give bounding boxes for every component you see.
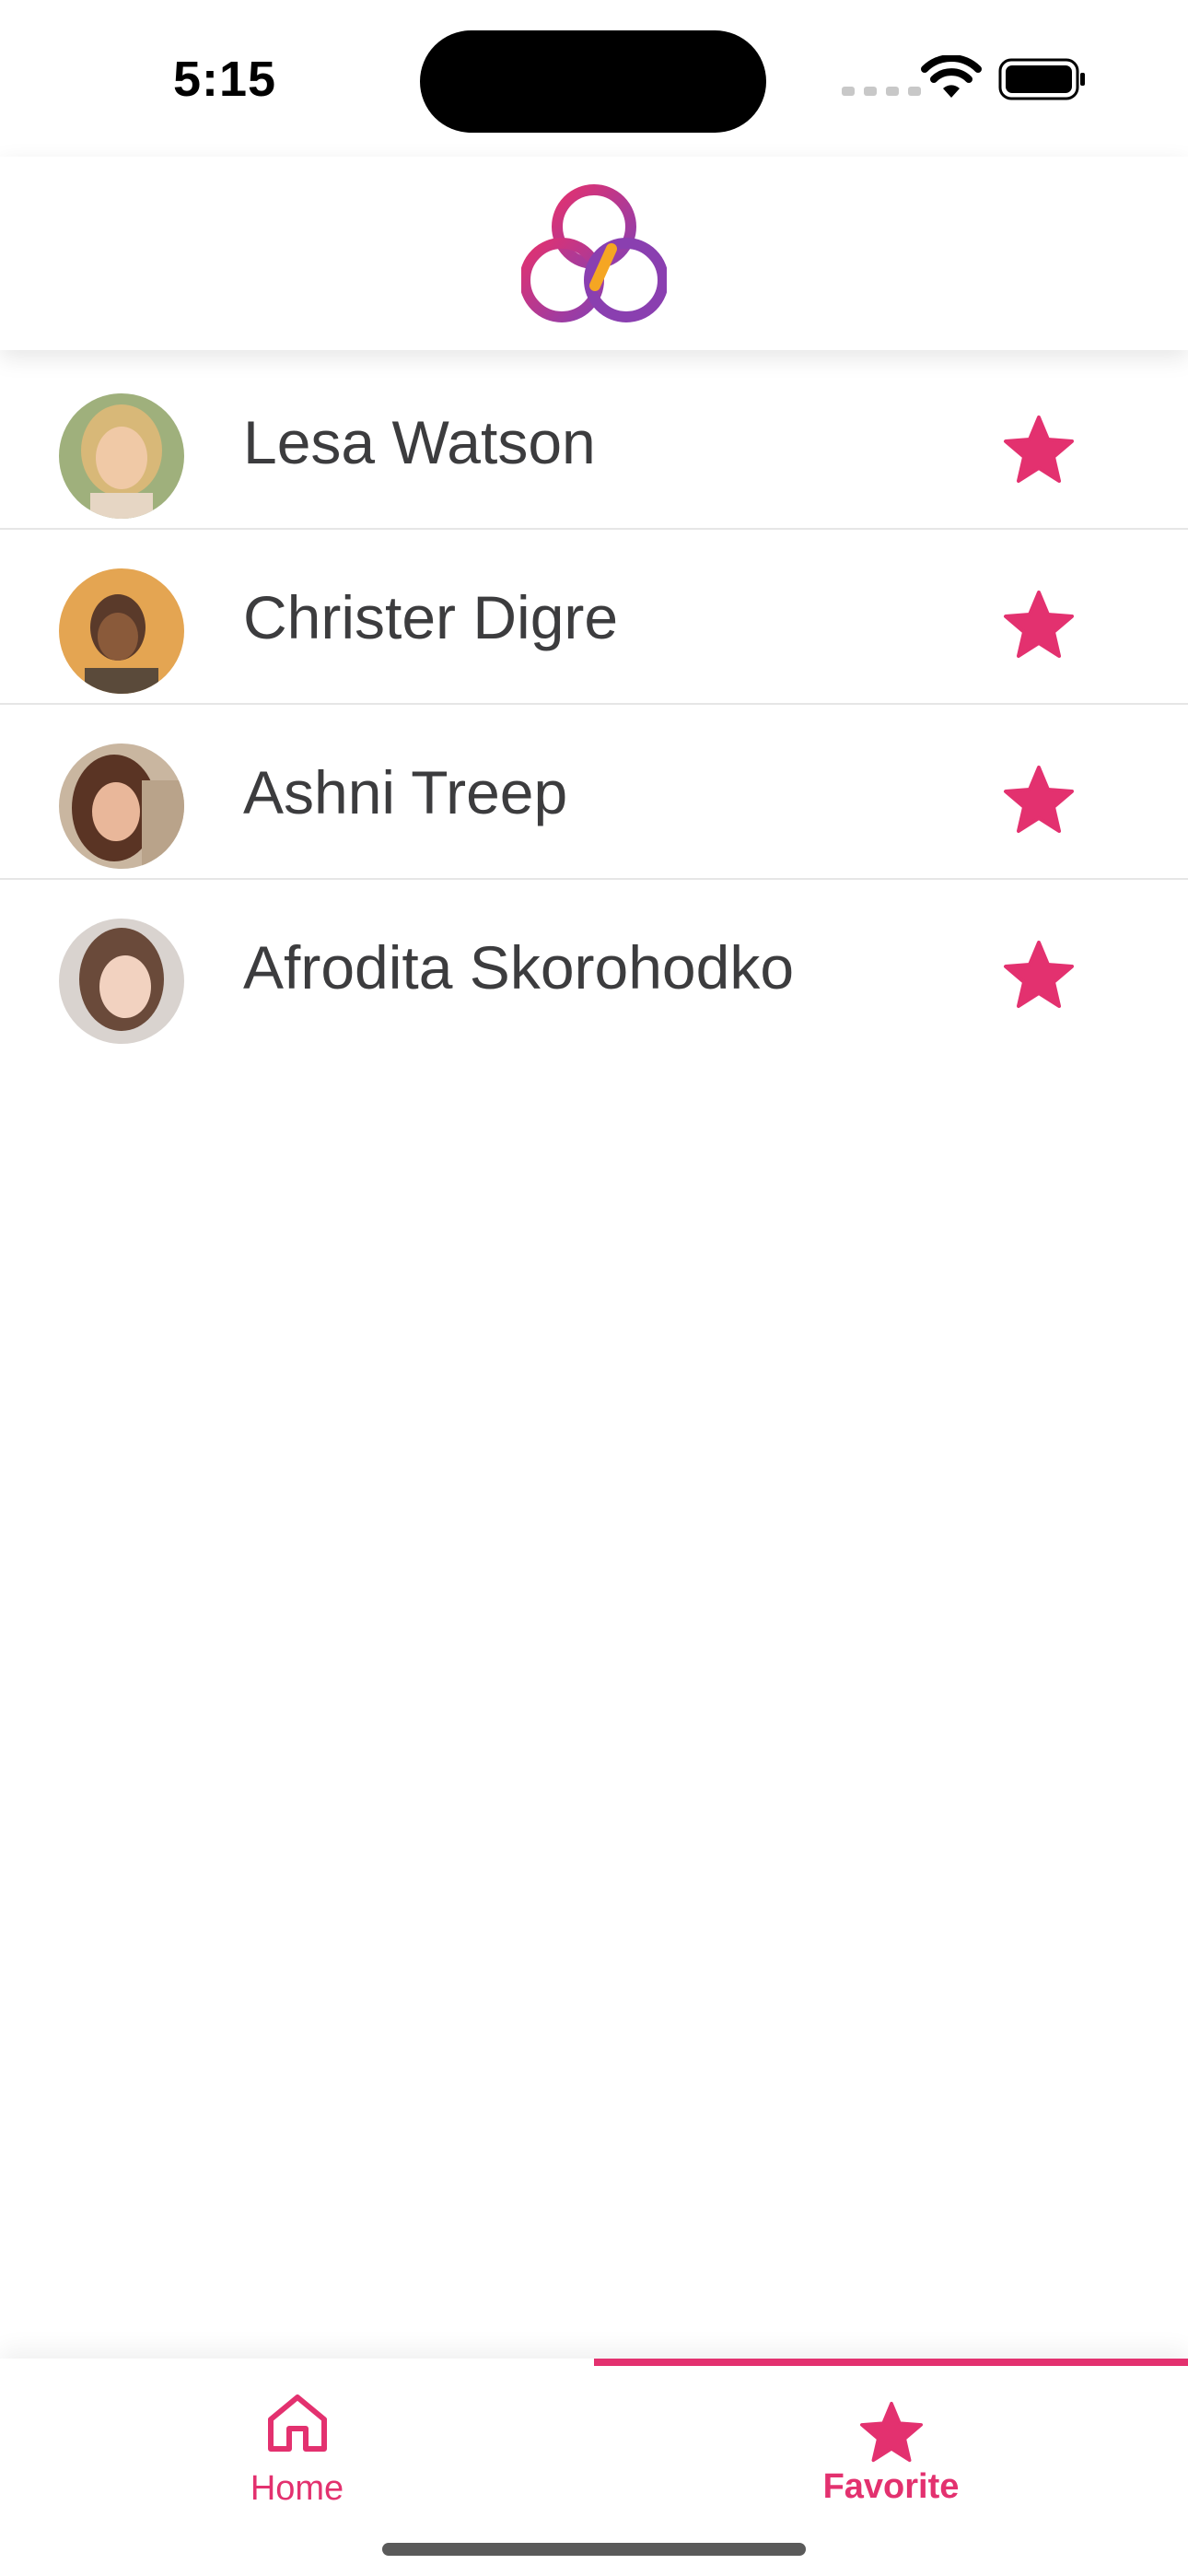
- star-icon[interactable]: [1002, 414, 1076, 487]
- tab-favorite-label: Favorite: [822, 2467, 960, 2506]
- avatar: [59, 744, 184, 869]
- list-item[interactable]: Ashni Treep: [0, 705, 1188, 880]
- tab-home-label: Home: [250, 2469, 344, 2508]
- contact-name: Christer Digre: [243, 583, 619, 651]
- list-item[interactable]: Afrodita Skorohodko: [0, 880, 1188, 1055]
- star-icon[interactable]: [1002, 939, 1076, 1013]
- avatar: [59, 568, 184, 694]
- dynamic-island: [420, 30, 766, 133]
- wifi-icon: [921, 55, 982, 98]
- list-item[interactable]: Lesa Watson: [0, 355, 1188, 530]
- battery-icon: [998, 58, 1085, 100]
- contact-name: Ashni Treep: [243, 758, 568, 826]
- contact-name: Afrodita Skorohodko: [243, 933, 795, 1001]
- status-bar: 5:15: [0, 0, 1188, 157]
- star-icon[interactable]: [1002, 589, 1076, 662]
- status-time: 5:15: [173, 52, 277, 107]
- contact-name: Lesa Watson: [243, 408, 596, 476]
- app-logo: [521, 184, 667, 322]
- cellular-signal-icon: [842, 87, 921, 96]
- favorites-list: Lesa Watson Christer Digre Ashni Treep A…: [0, 355, 1188, 1055]
- home-icon: [267, 2395, 327, 2452]
- star-icon: [859, 2401, 923, 2463]
- avatar: [59, 919, 184, 1044]
- list-item[interactable]: Christer Digre: [0, 530, 1188, 705]
- avatar: [59, 393, 184, 519]
- app-header: [0, 157, 1188, 350]
- home-indicator: [382, 2543, 806, 2556]
- star-icon[interactable]: [1002, 764, 1076, 837]
